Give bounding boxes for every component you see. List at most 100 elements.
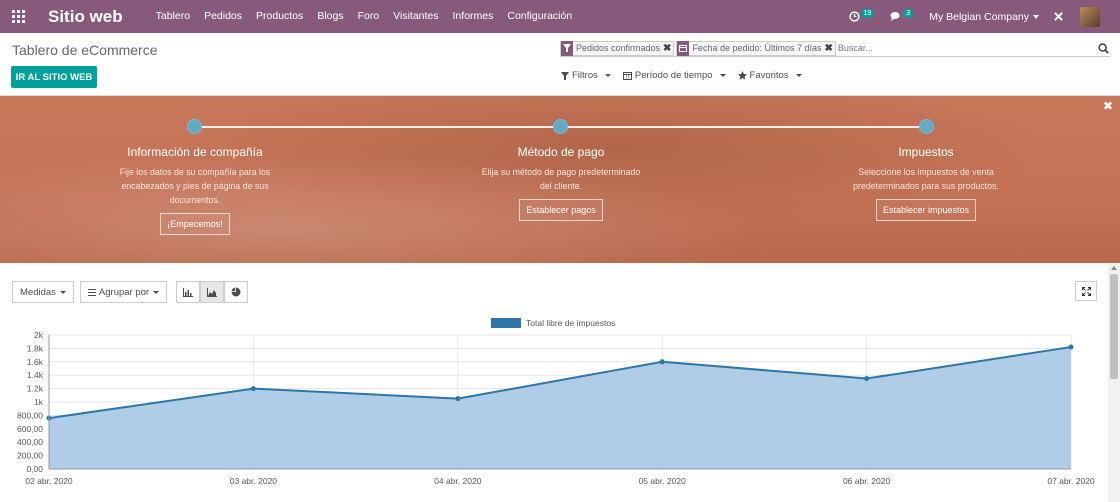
menu-item-informes[interactable]: Informes bbox=[446, 0, 501, 33]
main-navbar: Sitio web Tablero Pedidos Productos Blog… bbox=[0, 0, 1120, 33]
step-payment: Método de pago Elija su método de pago p… bbox=[476, 145, 646, 221]
set-taxes-button[interactable]: Establecer impuestos bbox=[875, 199, 977, 221]
facet-order-date: Fecha de pedido: Últimos 7 días ✖ bbox=[676, 40, 836, 56]
x-tick-label: 02 abr. 2020 bbox=[25, 476, 73, 486]
y-tick-label: 1k bbox=[34, 397, 44, 407]
chart-type-switcher bbox=[176, 281, 249, 303]
graph-view: 0,00 200,00 400,00 600,00 800,00 1k 1.2k 1.4k 1.… bbox=[0, 312, 1108, 502]
facet-remove-icon[interactable]: ✖ bbox=[825, 43, 835, 54]
set-payments-button[interactable]: Establecer pagos bbox=[519, 199, 603, 221]
menu-item-productos[interactable]: Productos bbox=[249, 0, 310, 33]
favorites-label: Favoritos bbox=[749, 70, 789, 81]
menu-item-blogs[interactable]: Blogs bbox=[310, 0, 350, 33]
measures-dropdown[interactable]: Medidas bbox=[12, 281, 74, 303]
facet-label: Fecha de pedido: Últimos 7 días bbox=[692, 43, 822, 53]
filter-icon bbox=[561, 40, 573, 56]
step-description: Fije los datos de su compañía para los e… bbox=[119, 167, 271, 205]
step-taxes: Impuestos Seleccione los impuestos de ve… bbox=[841, 145, 1011, 221]
step-title: Información de compañía bbox=[127, 145, 263, 159]
x-tick-label: 07 abr. 2020 bbox=[1047, 476, 1095, 486]
search-icon[interactable] bbox=[1096, 41, 1110, 55]
step-title: Método de pago bbox=[517, 145, 605, 159]
step-description: Elija su método de pago predeterminado d… bbox=[481, 167, 641, 191]
facet-remove-icon[interactable]: ✖ bbox=[663, 43, 673, 54]
activity-menu[interactable]: 19 bbox=[848, 9, 875, 22]
x-tick-label: 05 abr. 2020 bbox=[639, 476, 687, 486]
step-title: Impuestos bbox=[898, 145, 954, 159]
y-tick-label: 1.2k bbox=[27, 384, 44, 394]
data-point bbox=[455, 396, 461, 402]
graph-toolbar: Medidas Agrupar por bbox=[12, 281, 249, 303]
favorites-dropdown[interactable]: Favoritos bbox=[737, 70, 802, 81]
filters-dropdown[interactable]: Filtros bbox=[561, 70, 611, 81]
debug-tools-icon[interactable] bbox=[1053, 11, 1064, 22]
facet-confirmed-orders: Pedidos confirmados ✖ bbox=[560, 40, 675, 56]
legend-label: Total libre de impuestos bbox=[526, 318, 615, 328]
step-dot bbox=[187, 119, 202, 134]
messages-count-badge: 3 bbox=[903, 9, 914, 18]
pie-chart-icon bbox=[231, 287, 241, 297]
page-title: Tablero de eCommerce bbox=[12, 42, 158, 58]
scrollbar-thumb[interactable] bbox=[1110, 274, 1118, 379]
user-avatar[interactable] bbox=[1080, 6, 1100, 27]
measures-label: Medidas bbox=[20, 286, 56, 298]
lets-start-button[interactable]: ¡Empecemos! bbox=[160, 213, 230, 235]
step-company: Información de compañía Fije los datos d… bbox=[110, 145, 280, 235]
search-options: Filtros Período de tiempo Favoritos bbox=[561, 70, 802, 81]
search-bar: Pedidos confirmados ✖ Fecha de pedido: Ú… bbox=[560, 40, 1110, 57]
y-tick-label: 1.4k bbox=[27, 370, 44, 380]
area-chart-icon bbox=[207, 287, 218, 297]
app-brand[interactable]: Sitio web bbox=[48, 7, 123, 27]
control-panel: Tablero de eCommerce IR AL SITIO WEB Ped… bbox=[0, 33, 1120, 96]
apps-menu-icon[interactable] bbox=[0, 0, 36, 33]
x-tick-label: 03 abr. 2020 bbox=[230, 476, 278, 486]
data-point bbox=[1068, 344, 1074, 350]
onboarding-banner: ✖ Información de compañía Fije los datos… bbox=[0, 96, 1120, 263]
list-icon bbox=[87, 288, 96, 296]
menu-item-visitantes[interactable]: Visitantes bbox=[386, 0, 445, 33]
menu-item-foro[interactable]: Foro bbox=[351, 0, 387, 33]
systray: 19 3 My Belgian Company bbox=[848, 0, 1120, 33]
bar-chart-button[interactable] bbox=[176, 281, 201, 303]
calendar-icon bbox=[622, 72, 632, 80]
activity-count-badge: 19 bbox=[860, 9, 875, 18]
y-tick-label: 2k bbox=[34, 330, 44, 340]
pie-chart-button[interactable] bbox=[224, 281, 249, 303]
calendar-icon bbox=[677, 40, 690, 56]
data-point bbox=[659, 359, 665, 365]
data-point bbox=[250, 386, 256, 392]
step-dot bbox=[919, 119, 934, 134]
menu-item-pedidos[interactable]: Pedidos bbox=[197, 0, 249, 33]
scroll-up-icon[interactable] bbox=[1111, 266, 1117, 270]
vertical-scrollbar[interactable] bbox=[1108, 264, 1120, 502]
menu-item-configuracion[interactable]: Configuración bbox=[500, 0, 579, 33]
line-chart-button[interactable] bbox=[200, 281, 225, 303]
menu-item-tablero[interactable]: Tablero bbox=[149, 0, 197, 33]
search-input[interactable] bbox=[837, 40, 1096, 56]
area-chart: 0,00 200,00 400,00 600,00 800,00 1k 1.2k 1.4k 1.… bbox=[17, 318, 1095, 486]
close-icon[interactable]: ✖ bbox=[1103, 99, 1113, 113]
data-point bbox=[864, 376, 870, 382]
step-description: Seleccione los impuestos de venta predet… bbox=[853, 167, 999, 191]
period-dropdown[interactable]: Período de tiempo bbox=[622, 70, 726, 81]
facet-label: Pedidos confirmados bbox=[576, 43, 661, 53]
x-tick-label: 06 abr. 2020 bbox=[843, 476, 891, 486]
messaging-menu[interactable]: 3 bbox=[890, 9, 914, 22]
chat-bubbles-icon bbox=[890, 12, 900, 21]
y-tick-label: 400,00 bbox=[17, 437, 43, 447]
step-dot bbox=[553, 119, 568, 134]
expand-button[interactable] bbox=[1075, 281, 1097, 301]
filters-label: Filtros bbox=[572, 70, 598, 81]
y-tick-label: 1.8k bbox=[27, 343, 44, 353]
main-menu: Tablero Pedidos Productos Blogs Foro Vis… bbox=[149, 0, 580, 33]
group-by-dropdown[interactable]: Agrupar por bbox=[79, 281, 168, 303]
legend-swatch bbox=[491, 318, 521, 328]
star-icon bbox=[737, 71, 747, 80]
go-to-website-button[interactable]: IR AL SITIO WEB bbox=[11, 66, 97, 88]
x-tick-label: 04 abr. 2020 bbox=[434, 476, 482, 486]
y-tick-label: 600,00 bbox=[17, 424, 43, 434]
series-area bbox=[49, 347, 1071, 469]
company-switcher[interactable]: My Belgian Company bbox=[929, 11, 1039, 23]
clock-icon bbox=[848, 11, 860, 22]
expand-icon bbox=[1081, 286, 1091, 296]
